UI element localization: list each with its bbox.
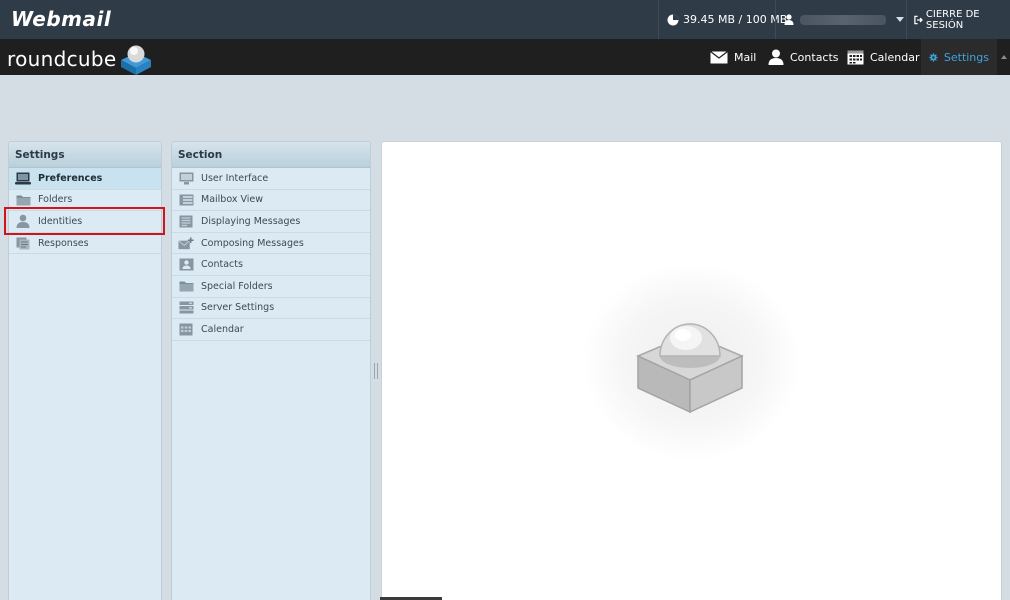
section-item-label: Special Folders [201, 280, 273, 292]
quota-text: 39.45 MB / 100 MB [683, 13, 788, 26]
app-header: roundcube Mail Contacts Calendar Setting… [0, 39, 1010, 75]
logout-icon [914, 15, 923, 24]
nav-calendar[interactable]: Calendar [839, 39, 927, 75]
settings-item-responses[interactable]: Responses [9, 233, 161, 255]
chevron-up-icon [1000, 55, 1007, 59]
logout-label: CIERRE DE SESIÓN [925, 8, 980, 31]
envelope-icon [710, 50, 728, 63]
server-icon [178, 301, 194, 315]
user-menu[interactable] [784, 0, 904, 39]
divider [906, 0, 907, 39]
section-item-contacts[interactable]: Contacts [172, 254, 370, 276]
section-item-server-settings[interactable]: Server Settings [172, 298, 370, 320]
section-item-special-folders[interactable]: Special Folders [172, 276, 370, 298]
settings-item-label: Folders [38, 194, 73, 206]
settings-item-preferences[interactable]: Preferences [9, 168, 161, 190]
quota-indicator: 39.45 MB / 100 MB [667, 0, 787, 39]
roundcube-watermark-icon [636, 323, 744, 414]
person-icon [768, 49, 784, 65]
nav-mail[interactable]: Mail [702, 39, 764, 75]
section-panel-title: Section [172, 142, 370, 168]
section-item-composing-messages[interactable]: Composing Messages [172, 233, 370, 255]
monitor-icon [15, 171, 31, 185]
content-frame [381, 141, 1002, 600]
roundcube-cube-icon [121, 45, 152, 75]
logout-button[interactable]: CIERRE DE SESIÓN [914, 0, 1010, 39]
responses-icon [15, 236, 31, 250]
section-item-displaying-messages[interactable]: Displaying Messages [172, 211, 370, 233]
gear-icon [929, 52, 938, 62]
nav-contacts[interactable]: Contacts [760, 39, 847, 75]
compose-icon [178, 236, 194, 250]
contact-card-icon [178, 258, 194, 272]
section-item-label: Composing Messages [201, 237, 304, 249]
settings-panel-title: Settings [9, 142, 161, 168]
mailbox-icon [178, 193, 194, 207]
folder-icon [15, 193, 31, 207]
section-item-label: User Interface [201, 172, 269, 184]
calendar-icon [178, 322, 194, 336]
section-item-user-interface[interactable]: User Interface [172, 168, 370, 190]
message-icon [178, 214, 194, 228]
section-panel: Section User Interface Mailbox View Disp… [171, 141, 371, 600]
divider [775, 0, 776, 39]
section-item-label: Contacts [201, 259, 243, 271]
section-item-label: Mailbox View [201, 194, 264, 206]
section-item-label: Calendar [201, 323, 244, 335]
roundcube-wordmark: roundcube [7, 47, 117, 71]
calendar-icon [847, 50, 864, 64]
settings-item-label: Preferences [38, 172, 103, 184]
nav-calendar-label: Calendar [870, 50, 920, 64]
panel-splitter-handle[interactable] [374, 363, 378, 379]
section-item-calendar[interactable]: Calendar [172, 319, 370, 341]
identities-highlight-box [4, 207, 165, 235]
user-icon [784, 14, 794, 25]
username-redacted [800, 14, 886, 25]
settings-item-label: Responses [38, 237, 89, 249]
section-item-label: Server Settings [201, 302, 275, 314]
nav-contacts-label: Contacts [790, 50, 839, 64]
nav-settings-label: Settings [943, 50, 989, 64]
section-item-label: Displaying Messages [201, 215, 301, 227]
roundcube-logo: roundcube [7, 45, 154, 75]
divider [658, 0, 659, 39]
chevron-down-icon [896, 17, 904, 22]
webmail-logo: Webmail [11, 7, 112, 31]
monitor-icon [178, 171, 194, 185]
nav-mail-label: Mail [734, 50, 757, 64]
folder-icon [178, 279, 194, 293]
nav-settings[interactable]: Settings [921, 39, 997, 75]
top-bar: Webmail 39.45 MB / 100 MB CIERRE DE SESI… [0, 0, 1010, 39]
pie-chart-icon [667, 14, 679, 25]
nav-more-button[interactable] [997, 39, 1010, 75]
section-item-mailbox-view[interactable]: Mailbox View [172, 190, 370, 212]
